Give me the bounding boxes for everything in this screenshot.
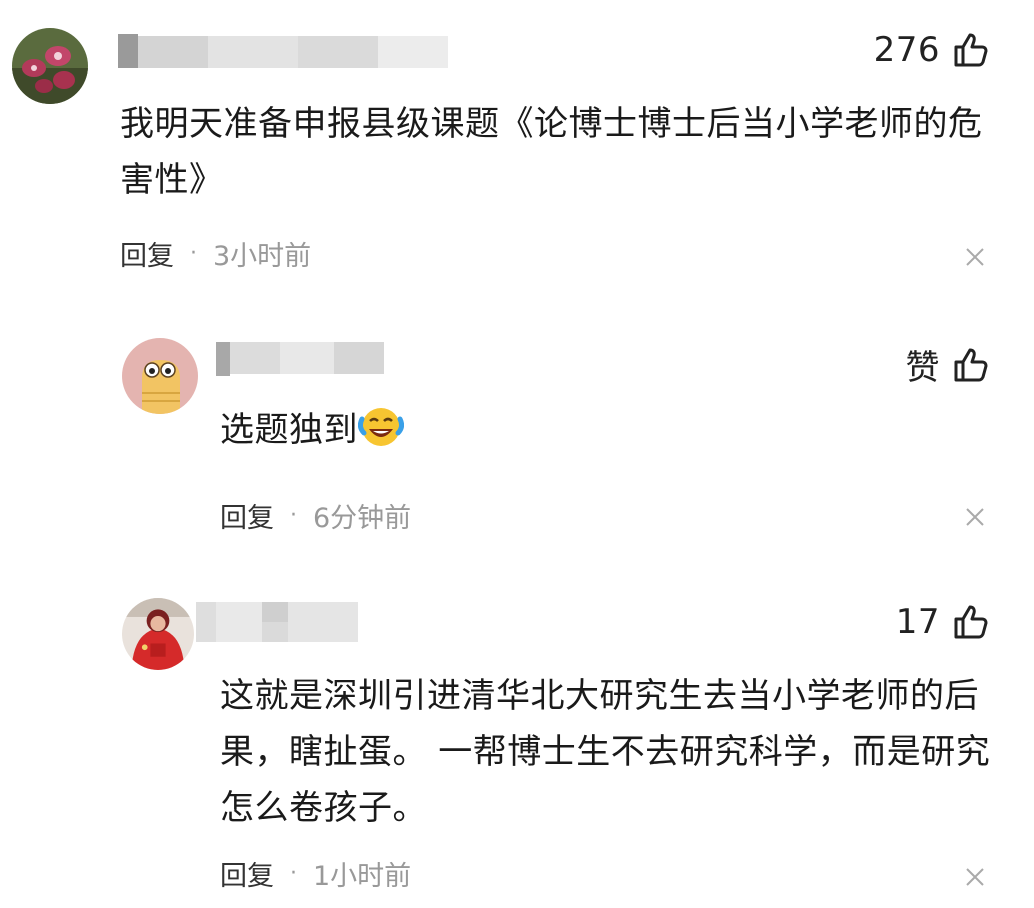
close-icon[interactable] bbox=[964, 246, 986, 268]
comment-meta: 回复 · 3小时前 bbox=[120, 234, 311, 273]
cartoon-character-avatar bbox=[122, 338, 198, 414]
like-button[interactable]: 17 bbox=[896, 602, 990, 642]
username-redacted[interactable] bbox=[118, 34, 448, 68]
username-redacted[interactable] bbox=[216, 342, 384, 376]
laughing-crying-emoji bbox=[358, 408, 404, 446]
like-button[interactable]: 赞 bbox=[906, 340, 991, 389]
timestamp: 6分钟前 bbox=[313, 503, 412, 534]
separator-dot: · bbox=[290, 503, 297, 528]
separator-dot: · bbox=[190, 241, 197, 266]
thumbs-up-icon bbox=[954, 348, 988, 381]
like-count: 17 bbox=[895, 602, 940, 642]
username-redacted[interactable] bbox=[196, 602, 358, 642]
thumbs-up-icon bbox=[954, 33, 988, 67]
timestamp: 3小时前 bbox=[213, 241, 312, 272]
like-count: 赞 bbox=[905, 348, 940, 388]
comment-text: 这就是深圳引进清华北大研究生去当小学老师的后果，瞎扯蛋。 一帮博士生不去研究科学… bbox=[220, 676, 991, 828]
reply-button[interactable]: 回复 bbox=[220, 854, 274, 893]
comment-item: 17 这就是深圳引进清华北大研究生去当小学老师的后果，瞎扯蛋。 一帮博士生不去研… bbox=[0, 580, 1034, 908]
comment-item: 赞 选题独到 回复 · 6分钟前 bbox=[0, 300, 1034, 580]
like-button[interactable]: 276 bbox=[874, 30, 990, 70]
close-icon[interactable] bbox=[964, 506, 986, 528]
comment-text: 我明天准备申报县级课题《论博士博士后当小学老师的危害性》 bbox=[120, 104, 983, 200]
reply-button[interactable]: 回复 bbox=[120, 234, 174, 273]
reply-button[interactable]: 回复 bbox=[220, 496, 274, 535]
orchid-flower-avatar bbox=[12, 28, 88, 104]
separator-dot: · bbox=[290, 861, 297, 886]
comment-text-row: 选题独到 bbox=[220, 402, 980, 458]
like-count: 276 bbox=[873, 30, 940, 70]
comment-text: 选题独到 bbox=[220, 410, 358, 450]
timestamp: 1小时前 bbox=[313, 861, 412, 892]
comment-item: 276 我明天准备申报县级课题《论博士博士后当小学老师的危害性》 回复 · 3小… bbox=[0, 0, 1034, 300]
comment-meta: 回复 · 6分钟前 bbox=[220, 496, 411, 535]
comment-meta: 回复 · 1小时前 bbox=[220, 854, 411, 893]
avatar[interactable] bbox=[12, 28, 88, 104]
thumbs-up-icon bbox=[954, 605, 988, 639]
avatar[interactable] bbox=[122, 598, 194, 670]
close-icon[interactable] bbox=[964, 866, 986, 888]
avatar[interactable] bbox=[122, 338, 198, 414]
child-in-red-avatar bbox=[122, 598, 194, 670]
